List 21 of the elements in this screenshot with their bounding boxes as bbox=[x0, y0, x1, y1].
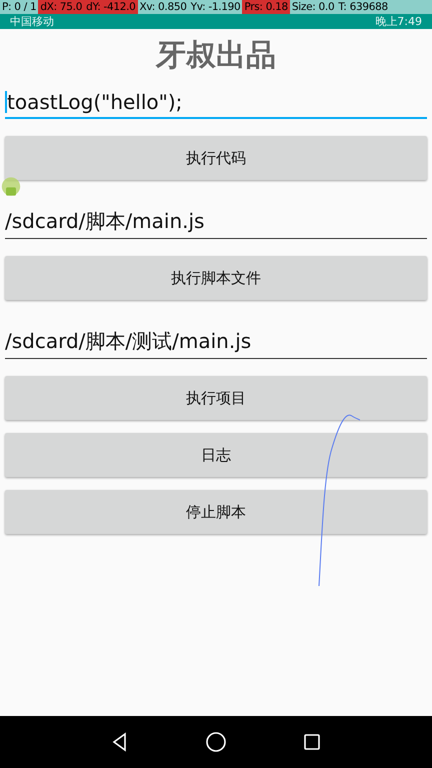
pointer-reading: P: 0 / 1 bbox=[1, 0, 38, 14]
pointer-reading: dX: 75.0 bbox=[38, 0, 84, 14]
app-title: 牙叔出品 bbox=[156, 37, 276, 75]
action-button[interactable]: 停止脚本 bbox=[5, 490, 427, 534]
pointer-reading: dY: -412.0 bbox=[84, 0, 138, 14]
pointer-reading: T: 639688 bbox=[337, 0, 389, 14]
input-field[interactable]: toastLog("hello"); bbox=[5, 84, 427, 119]
clock: 晚上7:49 bbox=[375, 14, 422, 29]
input-field[interactable]: /sdcard/脚本/main.js bbox=[5, 202, 427, 239]
pointer-reading: Prs: 0.18 bbox=[242, 0, 290, 14]
action-button[interactable]: 执行脚本文件 bbox=[5, 256, 427, 300]
pointer-reading: Size: 0.0 bbox=[290, 0, 336, 14]
action-button[interactable]: 执行项目 bbox=[5, 376, 427, 420]
recents-icon[interactable] bbox=[302, 732, 322, 752]
carrier-name: 中国移动 bbox=[10, 14, 54, 29]
input-field[interactable]: /sdcard/脚本/测试/main.js bbox=[5, 322, 427, 359]
home-icon[interactable] bbox=[205, 731, 227, 753]
pointer-reading: Xv: 0.850 bbox=[138, 0, 188, 14]
pointer-reading: Yv: -1.190 bbox=[190, 0, 242, 14]
action-button[interactable]: 日志 bbox=[5, 433, 427, 477]
action-button[interactable]: 执行代码 bbox=[5, 136, 427, 180]
